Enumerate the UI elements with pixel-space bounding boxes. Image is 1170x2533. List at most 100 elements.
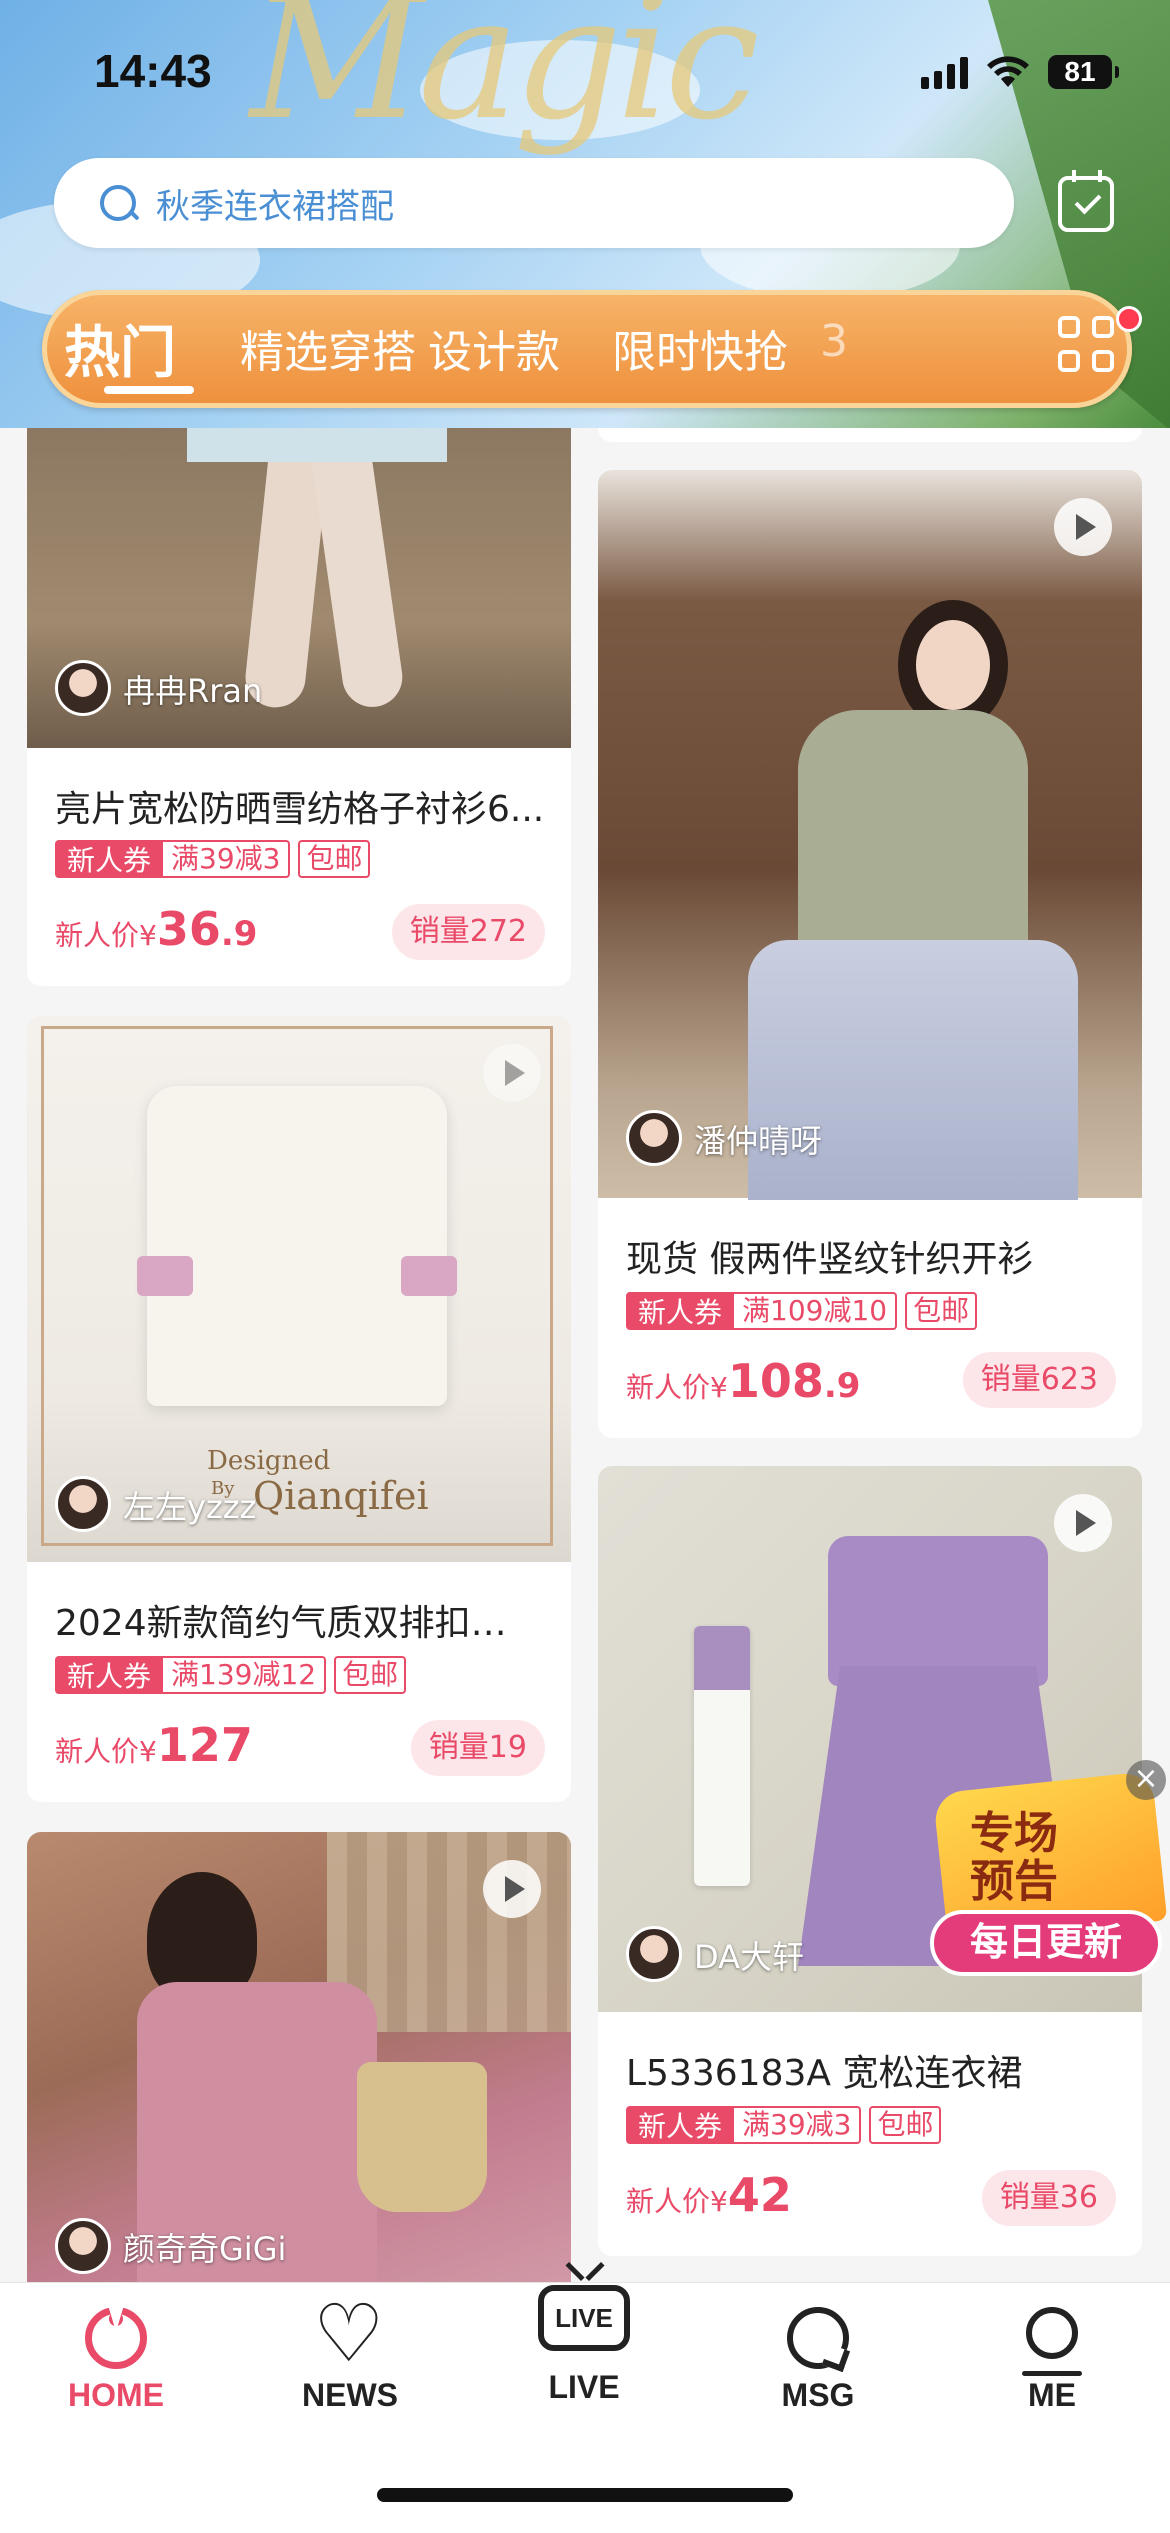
price: 新人价¥42 <box>626 2168 792 2222</box>
nav-news[interactable]: NEWS <box>260 2287 440 2414</box>
coupon-tags: 新人券 满139减12 包邮 <box>55 1656 407 1694</box>
price-integer: 108 <box>727 1354 824 1408</box>
tab-active-indicator <box>104 386 194 394</box>
new-user-coupon-tag: 新人券 <box>55 840 164 878</box>
avatar <box>55 1476 111 1532</box>
search-placeholder: 秋季连衣裙搭配 <box>156 186 394 227</box>
tab-more-partial[interactable]: 3 <box>820 316 848 367</box>
discount-tag: 满139减12 <box>163 1656 327 1694</box>
new-user-coupon-tag: 新人券 <box>626 2106 735 2144</box>
product-card[interactable]: Designed By Qianqifei 左左yzzz 2024新款简约气质双… <box>27 1016 571 1802</box>
discount-tag: 满109减10 <box>734 1292 898 1330</box>
sales-count: 销量272 <box>391 904 545 960</box>
price-label: 新人价¥ <box>55 1735 157 1768</box>
product-card-partial <box>598 428 1142 442</box>
promo-title: 专场 预告 <box>970 1810 1058 1906</box>
product-title: 亮片宽松防晒雪纺格子衬衫6... <box>55 789 545 830</box>
search-icon <box>98 183 138 223</box>
nav-me[interactable]: ME <box>962 2307 1142 2414</box>
tab-flash-sale[interactable]: 限时快抢 <box>612 316 788 380</box>
nav-label: NEWS <box>302 2377 398 2413</box>
sales-count: 销量19 <box>410 1720 545 1776</box>
free-shipping-tag: 包邮 <box>334 1656 407 1694</box>
play-icon[interactable] <box>483 1044 541 1102</box>
grid-menu-icon[interactable] <box>1058 316 1116 374</box>
nav-live[interactable]: LIVE LIVE <box>494 2285 674 2406</box>
price: 新人价¥108.9 <box>626 1354 860 1408</box>
coupon-tags: 新人券 满39减3 包邮 <box>55 840 371 878</box>
price-integer: 42 <box>727 2168 792 2222</box>
product-title: 2024新款简约气质双排扣… <box>55 1603 507 1644</box>
signal-icon <box>921 55 968 89</box>
play-icon[interactable] <box>1054 1494 1112 1552</box>
nav-label: MSG <box>781 2377 855 2413</box>
play-icon[interactable] <box>1054 498 1112 556</box>
brand-watermark-name: Qianqifei <box>253 1474 429 1518</box>
live-tv-icon: LIVE <box>538 2285 630 2351</box>
wifi-icon <box>987 56 1029 87</box>
product-card[interactable]: 潘仲晴呀 现货 假两件竖纹针织开衫 新人券 满109减10 包邮 新人价¥108… <box>598 470 1142 1438</box>
coupon-tags: 新人券 满109减10 包邮 <box>626 1292 978 1330</box>
close-icon[interactable]: × <box>1126 1760 1166 1800</box>
search-bar[interactable]: 秋季连衣裙搭配 <box>54 158 1014 248</box>
price: 新人价¥127 <box>55 1718 253 1772</box>
new-user-coupon-tag: 新人券 <box>55 1656 164 1694</box>
status-time: 14:43 <box>94 45 212 97</box>
price-label: 新人价¥ <box>626 2185 728 2218</box>
author-name: 左左yzzz <box>123 1488 257 1526</box>
profile-icon <box>1022 2307 1082 2376</box>
promo-line-1: 专场 <box>970 1808 1058 1859</box>
nav-msg[interactable]: MSG <box>728 2307 908 2414</box>
price-integer: 127 <box>156 1718 253 1772</box>
message-icon <box>787 2307 849 2369</box>
avatar <box>626 1110 682 1166</box>
battery-icon: 81 <box>1048 55 1119 89</box>
price-integer: 36 <box>156 902 221 956</box>
tab-selected-outfits[interactable]: 精选穿搭 <box>240 316 416 380</box>
brand-watermark-designed: Designed <box>207 1446 331 1476</box>
product-card[interactable]: 冉冉Rran 亮片宽松防晒雪纺格子衬衫6... 新人券 满39减3 包邮 新人价… <box>27 428 571 986</box>
home-indicator <box>377 2488 793 2502</box>
promo-floating-badge[interactable]: 专场 预告 每日更新 × <box>930 1760 1170 1992</box>
product-image <box>598 470 1142 1200</box>
nav-label: HOME <box>68 2377 164 2413</box>
avatar <box>55 660 111 716</box>
product-title: 现货 假两件竖纹针织开衫 <box>626 1239 1034 1280</box>
category-tab-bar: 热门 精选穿搭 设计款 限时快抢 3 <box>42 290 1132 408</box>
nav-label: ME <box>1028 2377 1076 2413</box>
free-shipping-tag: 包邮 <box>298 840 371 878</box>
home-icon <box>85 2307 147 2369</box>
free-shipping-tag: 包邮 <box>905 1292 978 1330</box>
author-name: 颜奇奇GiGi <box>123 2230 287 2268</box>
price-decimal: .9 <box>823 1366 861 1406</box>
new-user-coupon-tag: 新人券 <box>626 1292 735 1330</box>
status-icons: 81 <box>921 52 1119 92</box>
price: 新人价¥36.9 <box>55 902 257 956</box>
price-label: 新人价¥ <box>55 919 157 952</box>
avatar <box>55 2218 111 2274</box>
author-name: 潘仲晴呀 <box>694 1122 823 1160</box>
product-image: Designed By Qianqifei <box>27 1016 571 1562</box>
tab-hot[interactable]: 热门 <box>64 308 176 389</box>
play-icon[interactable] <box>483 1860 541 1918</box>
discount-tag: 满39减3 <box>163 840 291 878</box>
author-name: 冉冉Rran <box>123 672 263 710</box>
avatar <box>626 1926 682 1982</box>
promo-line-2: 预告 <box>970 1856 1058 1907</box>
nav-home[interactable]: HOME <box>26 2307 206 2414</box>
tab-design[interactable]: 设计款 <box>428 316 560 380</box>
nav-label: LIVE <box>548 2369 620 2405</box>
calendar-check-icon[interactable] <box>1058 170 1114 232</box>
sales-count: 销量623 <box>962 1352 1116 1408</box>
product-image <box>27 428 571 748</box>
author-name: DA大轩 <box>694 1938 804 1976</box>
sales-count: 销量36 <box>981 2170 1116 2226</box>
notification-dot <box>1116 306 1142 332</box>
product-card[interactable]: 颜奇奇GiGi <box>27 1832 571 2292</box>
free-shipping-tag: 包邮 <box>869 2106 942 2144</box>
discount-tag: 满39减3 <box>734 2106 862 2144</box>
heart-icon <box>313 2287 385 2380</box>
promo-daily-update-label: 每日更新 <box>930 1910 1162 1976</box>
price-decimal: .9 <box>220 914 258 954</box>
coupon-tags: 新人券 满39减3 包邮 <box>626 2106 942 2144</box>
